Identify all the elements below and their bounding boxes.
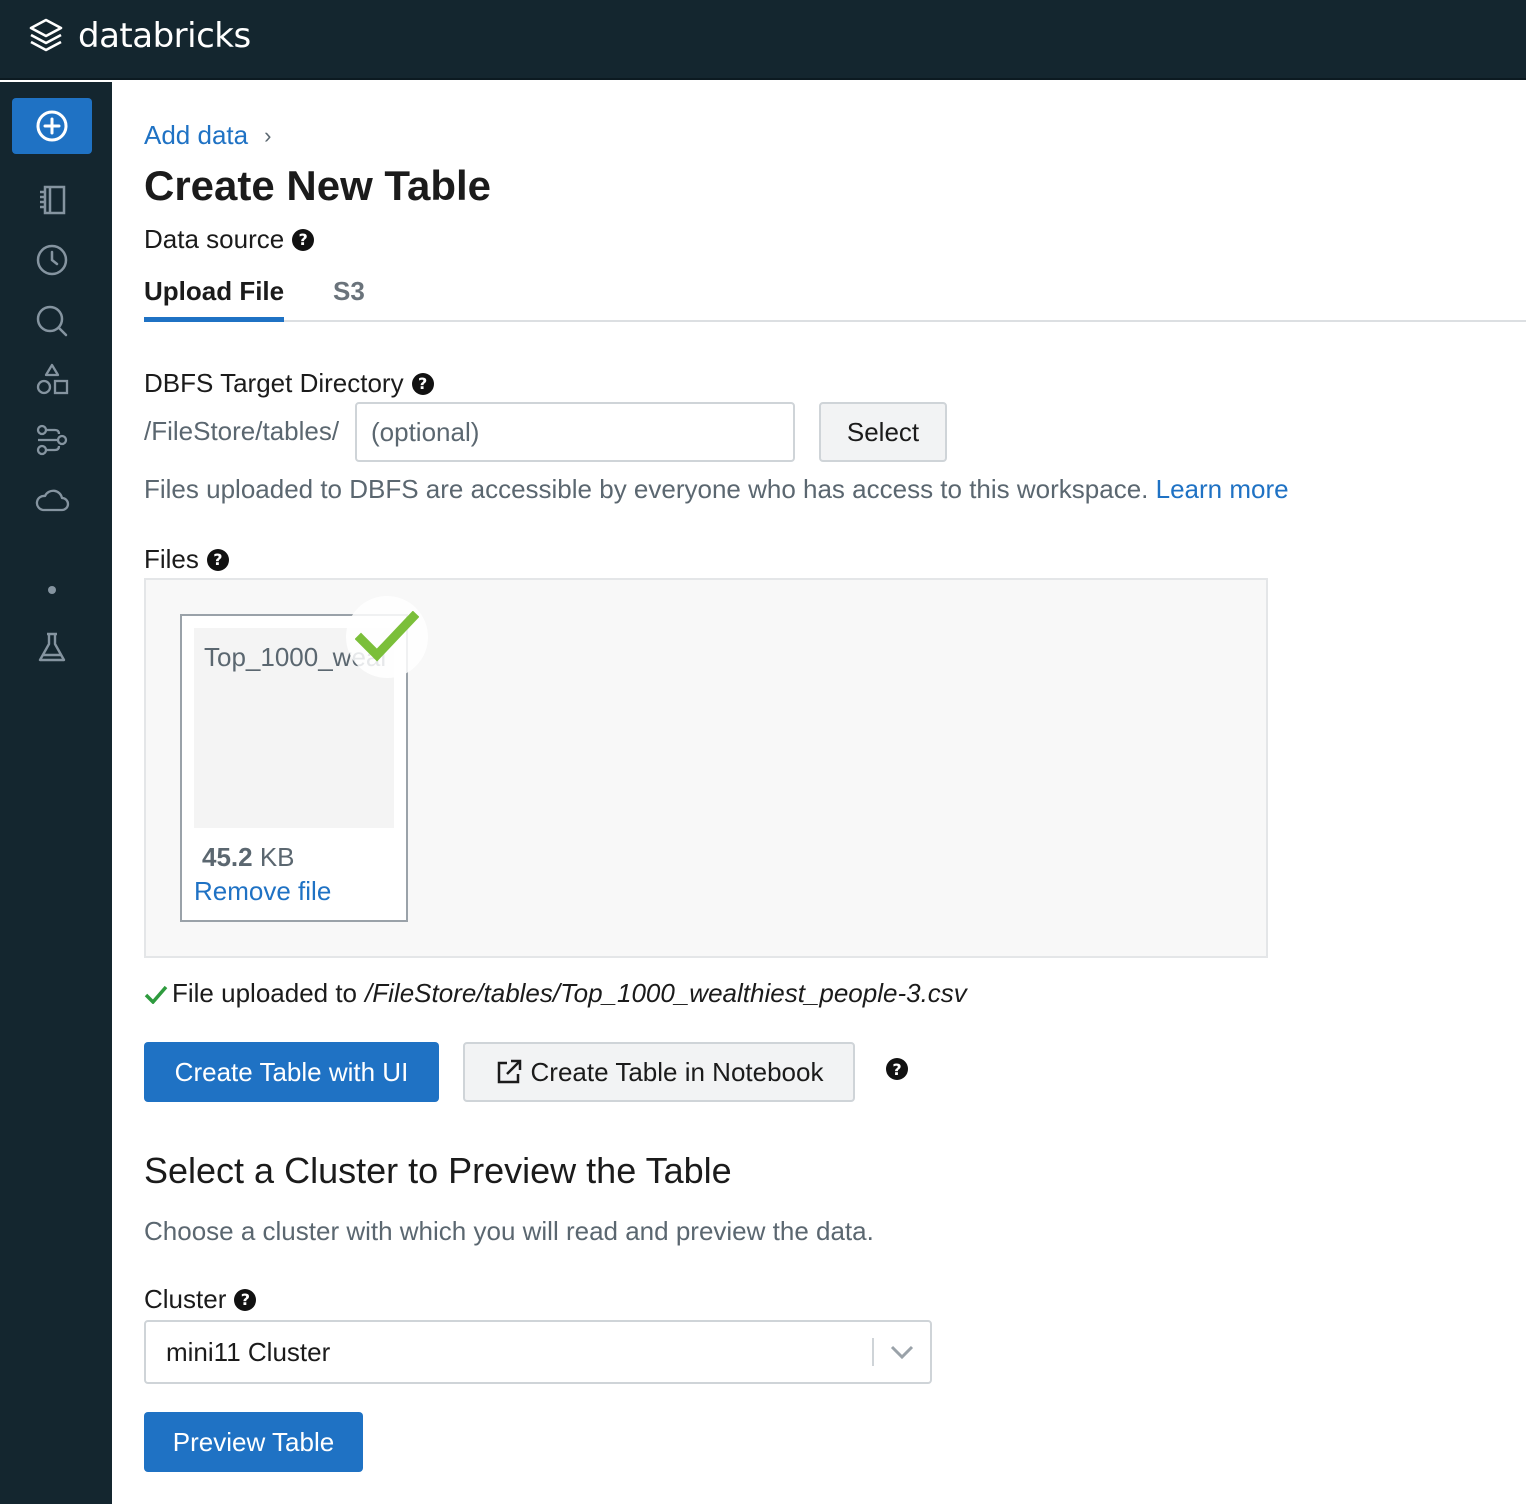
check-icon bbox=[144, 985, 168, 1004]
brand-name: databricks bbox=[78, 16, 251, 56]
clock-icon bbox=[36, 244, 68, 276]
databricks-logo-icon bbox=[29, 18, 63, 52]
create-table-notebook-label: Create Table in Notebook bbox=[530, 1056, 824, 1087]
dbfs-note: Files uploaded to DBFS are accessible by… bbox=[144, 474, 1289, 505]
cloud-icon bbox=[35, 489, 70, 512]
upload-status-path: /FileStore/tables/Top_1000_wealthiest_pe… bbox=[365, 978, 967, 1008]
dbfs-label-text: DBFS Target Directory bbox=[144, 368, 404, 398]
files-label: Files ? bbox=[144, 544, 229, 575]
sidebar-item-create[interactable] bbox=[12, 98, 92, 154]
file-size-unit: KB bbox=[259, 842, 295, 872]
sidebar-item-workflows[interactable] bbox=[32, 420, 72, 460]
learn-more-link[interactable]: Learn more bbox=[1156, 474, 1289, 504]
help-icon[interactable]: ? bbox=[886, 1058, 908, 1080]
preview-table-button[interactable]: Preview Table bbox=[144, 1412, 363, 1472]
main-content: Add data › Create New Table Data source … bbox=[112, 82, 1526, 1504]
data-source-text: Data source bbox=[144, 224, 285, 254]
data-source-label: Data source ? bbox=[144, 224, 315, 255]
data-source-tabs: Upload File S3 bbox=[144, 268, 1526, 322]
sidebar bbox=[0, 82, 112, 1504]
flask-icon bbox=[38, 632, 66, 662]
plus-circle-icon bbox=[36, 110, 68, 142]
file-size: 45.2 KB bbox=[202, 842, 295, 873]
dbfs-note-text: Files uploaded to DBFS are accessible by… bbox=[144, 474, 1149, 504]
sidebar-item-search[interactable] bbox=[32, 301, 72, 341]
help-icon[interactable]: ? bbox=[292, 228, 315, 251]
upload-success-badge bbox=[346, 596, 428, 678]
chevron-down-icon[interactable] bbox=[874, 1344, 930, 1360]
file-size-value: 45.2 bbox=[202, 842, 253, 872]
cluster-section-heading: Select a Cluster to Preview the Table bbox=[144, 1150, 732, 1191]
upload-status-text: File uploaded to bbox=[172, 978, 358, 1008]
cluster-label-text: Cluster bbox=[144, 1284, 227, 1314]
help-icon[interactable]: ? bbox=[234, 1288, 257, 1311]
sidebar-item-data[interactable] bbox=[32, 360, 72, 400]
cluster-select[interactable]: mini11 Cluster bbox=[144, 1320, 932, 1384]
cluster-select-value: mini11 Cluster bbox=[166, 1336, 331, 1367]
upload-status: File uploaded to /FileStore/tables/Top_1… bbox=[144, 978, 967, 1009]
sidebar-item-experiments[interactable] bbox=[32, 628, 72, 668]
external-link-icon bbox=[497, 1059, 521, 1084]
check-icon bbox=[355, 611, 419, 662]
dbfs-directory-input[interactable] bbox=[355, 402, 795, 462]
remove-file-link[interactable]: Remove file bbox=[194, 876, 331, 907]
sidebar-item-workspace[interactable] bbox=[32, 180, 72, 220]
cluster-label: Cluster ? bbox=[144, 1284, 257, 1315]
breadcrumb-chevron-icon: › bbox=[264, 122, 272, 148]
sidebar-item-recents[interactable] bbox=[32, 240, 72, 280]
breadcrumb: Add data › bbox=[144, 120, 271, 151]
top-bar: databricks bbox=[0, 0, 1526, 80]
tab-s3[interactable]: S3 bbox=[333, 276, 365, 307]
dbfs-prefix: /FileStore/tables/ bbox=[144, 416, 340, 446]
files-label-text: Files bbox=[144, 544, 199, 574]
brand-logo[interactable]: databricks bbox=[28, 14, 251, 58]
tab-upload-file[interactable]: Upload File bbox=[144, 276, 285, 322]
sidebar-divider-dot bbox=[48, 586, 56, 594]
shapes-icon bbox=[36, 363, 69, 395]
create-table-ui-button[interactable]: Create Table with UI bbox=[144, 1042, 439, 1102]
sidebar-item-cloud[interactable] bbox=[32, 480, 72, 520]
create-table-notebook-button[interactable]: Create Table in Notebook bbox=[463, 1042, 855, 1102]
breadcrumb-add-data[interactable]: Add data bbox=[144, 120, 248, 151]
notebook-icon bbox=[40, 185, 66, 215]
help-icon[interactable]: ? bbox=[206, 548, 229, 571]
help-icon[interactable]: ? bbox=[411, 372, 434, 395]
cluster-section-description: Choose a cluster with which you will rea… bbox=[144, 1216, 874, 1246]
file-card: Top_1000_weal 45.2 KB Remove file bbox=[180, 596, 428, 922]
workflow-icon bbox=[36, 424, 68, 456]
select-directory-button[interactable]: Select bbox=[819, 402, 947, 462]
page-title: Create New Table bbox=[144, 162, 492, 209]
search-icon bbox=[36, 305, 68, 337]
dbfs-label: DBFS Target Directory ? bbox=[144, 368, 434, 399]
